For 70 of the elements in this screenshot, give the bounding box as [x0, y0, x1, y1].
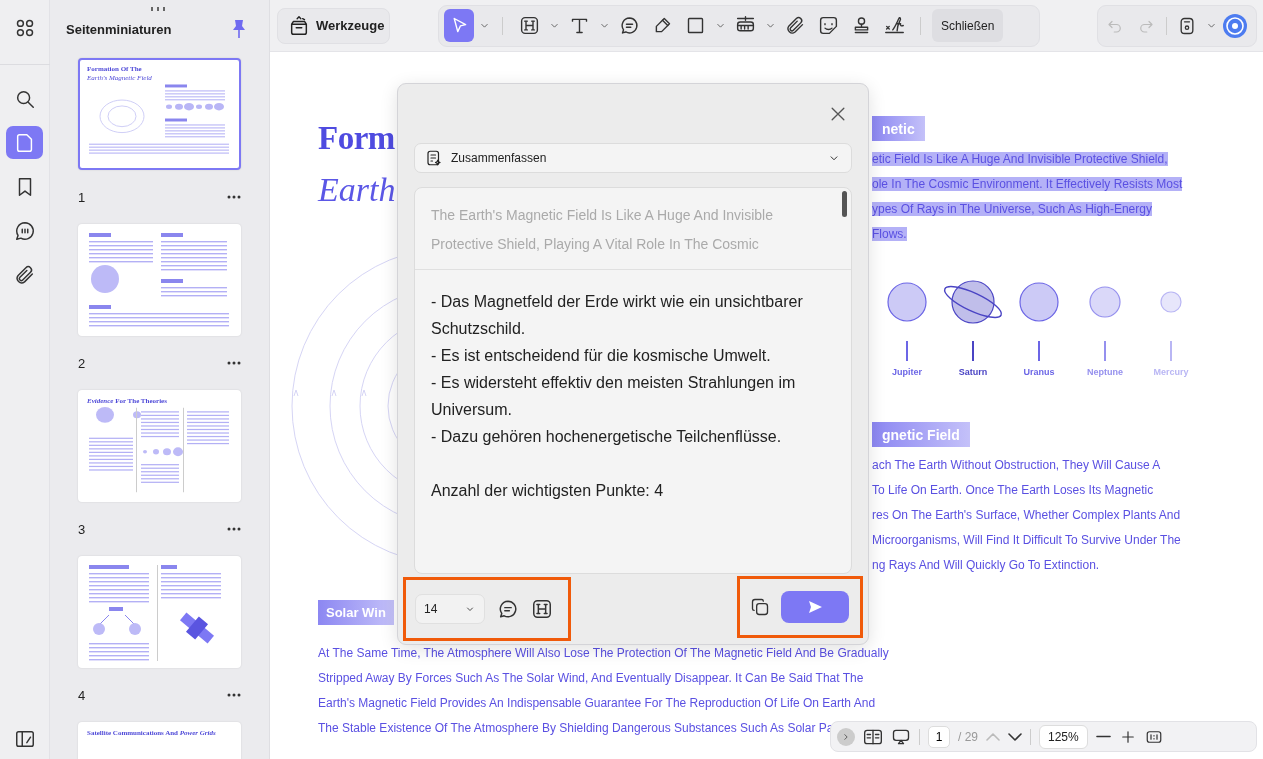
- next-page-button[interactable]: [1008, 732, 1022, 741]
- document-text: ng Rays And Will Quickly Go To Extinction.: [872, 558, 1100, 572]
- page-total: / 29: [958, 729, 978, 744]
- chevron-up-icon: [986, 732, 1000, 741]
- planet-label: Mercury: [1153, 367, 1189, 377]
- document-text: To Life On Earth. Once The Earth Loses Its Magnetic: [872, 483, 1154, 497]
- copy-icon: [750, 597, 770, 617]
- document-title: Form: [318, 119, 395, 158]
- more-icon[interactable]: [227, 527, 241, 531]
- tools-button[interactable]: Werkzeuge: [277, 7, 390, 44]
- drag-handle-icon[interactable]: [150, 6, 166, 12]
- close-button[interactable]: Schließen: [932, 9, 1004, 42]
- summary-item: - Das Magnetfeld der Erde wirkt wie ein unsichtbarer Schutzschild.: [431, 292, 804, 339]
- section-heading: gnetic Field: [872, 422, 970, 447]
- heading-icon: [531, 598, 553, 620]
- panel-title: Seitenminiaturen: [66, 21, 172, 37]
- mode-dropdown[interactable]: Zusammenfassen: [414, 143, 852, 173]
- more-icon[interactable]: [227, 361, 241, 365]
- summary-item: - Dazu gehören hochenergetische Teilchenflüsse.: [431, 427, 783, 447]
- copy-button[interactable]: [750, 597, 770, 617]
- document-text: Flows.: [872, 227, 907, 241]
- toolbox-icon: [288, 14, 310, 37]
- comment-button[interactable]: [497, 598, 519, 620]
- paperclip-icon: [784, 15, 806, 36]
- send-icon: [807, 599, 823, 615]
- page-number: 3: [78, 521, 86, 537]
- ai-assistant-icon[interactable]: [1223, 13, 1247, 38]
- document-text: At The Same Time, The Atmosphere Will Also Lose The Protection Of The Magnetic Field And Be Gradually: [318, 646, 889, 660]
- page-input[interactable]: 1: [928, 725, 950, 748]
- more-icon[interactable]: [227, 693, 241, 697]
- document-text: etic Field Is Like A Huge And Invisible Protective Shield,: [872, 152, 1168, 166]
- heading-button[interactable]: [531, 598, 553, 620]
- section-heading: Solar Win: [318, 600, 394, 625]
- section-heading: netic: [872, 116, 925, 141]
- summary-item: - Es widersteht effektiv den meisten Strahlungen im Universum.: [431, 373, 797, 420]
- speech-bubble-icon: [618, 15, 640, 36]
- zoom-out-button[interactable]: [1095, 735, 1111, 738]
- page-thumbnail[interactable]: [78, 556, 241, 668]
- document-text: Stripped Away By Forces Such As The Solar Wind, And Eventually Disappear. It Can Be Said That The: [318, 671, 864, 685]
- page-number: 4: [78, 687, 86, 703]
- send-button[interactable]: [781, 591, 849, 623]
- document-text: res On The Earth's Surface, Whether Complex Plants And: [872, 508, 1181, 522]
- speech-bubble-icon: [497, 598, 519, 620]
- signature-icon: [883, 15, 905, 36]
- document-text: ypes Of Rays in The Universe, Such As High-Energy: [872, 202, 1152, 216]
- summary-item: - Es ist entscheidend für die kosmische Umwelt.: [431, 346, 772, 366]
- pin-icon[interactable]: [231, 19, 247, 39]
- planet-label: Saturn: [958, 367, 988, 377]
- page-number: 2: [78, 355, 86, 371]
- page-thumbnail[interactable]: [78, 224, 241, 336]
- paperclip-icon: [13, 263, 36, 286]
- page-number: 1: [78, 189, 86, 205]
- sticker-icon: [817, 15, 839, 36]
- zoom-level[interactable]: 125%: [1039, 724, 1088, 749]
- planet-label: Jupiter: [892, 367, 922, 377]
- font-size-dropdown[interactable]: 14: [415, 594, 485, 624]
- document-text: Earth's Magnetic Field Provides An Indispensable Guarantee For The Reproduction Of Life On Earth And: [318, 696, 876, 710]
- minus-icon: [1095, 735, 1111, 738]
- more-icon[interactable]: [227, 195, 241, 199]
- chevron-down-icon: [1008, 732, 1022, 741]
- planet-label: Neptune: [1087, 367, 1123, 377]
- heading-icon: [518, 15, 540, 36]
- scrollbar-thumb[interactable]: [842, 191, 847, 217]
- speech-bubble-icon: [13, 219, 36, 242]
- planet-label: Uranus: [1023, 367, 1055, 377]
- document-text: ach The Earth Without Obstruction, They Will Cause A: [872, 458, 1161, 472]
- document-subtitle: Earth: [318, 170, 396, 210]
- sparkle-list-icon: [425, 149, 443, 167]
- document-text: Microorganisms, Will Find It Difficult To Survive Under The: [872, 533, 1181, 547]
- summary-count: Anzahl der wichtigsten Punkte: 4: [431, 481, 665, 501]
